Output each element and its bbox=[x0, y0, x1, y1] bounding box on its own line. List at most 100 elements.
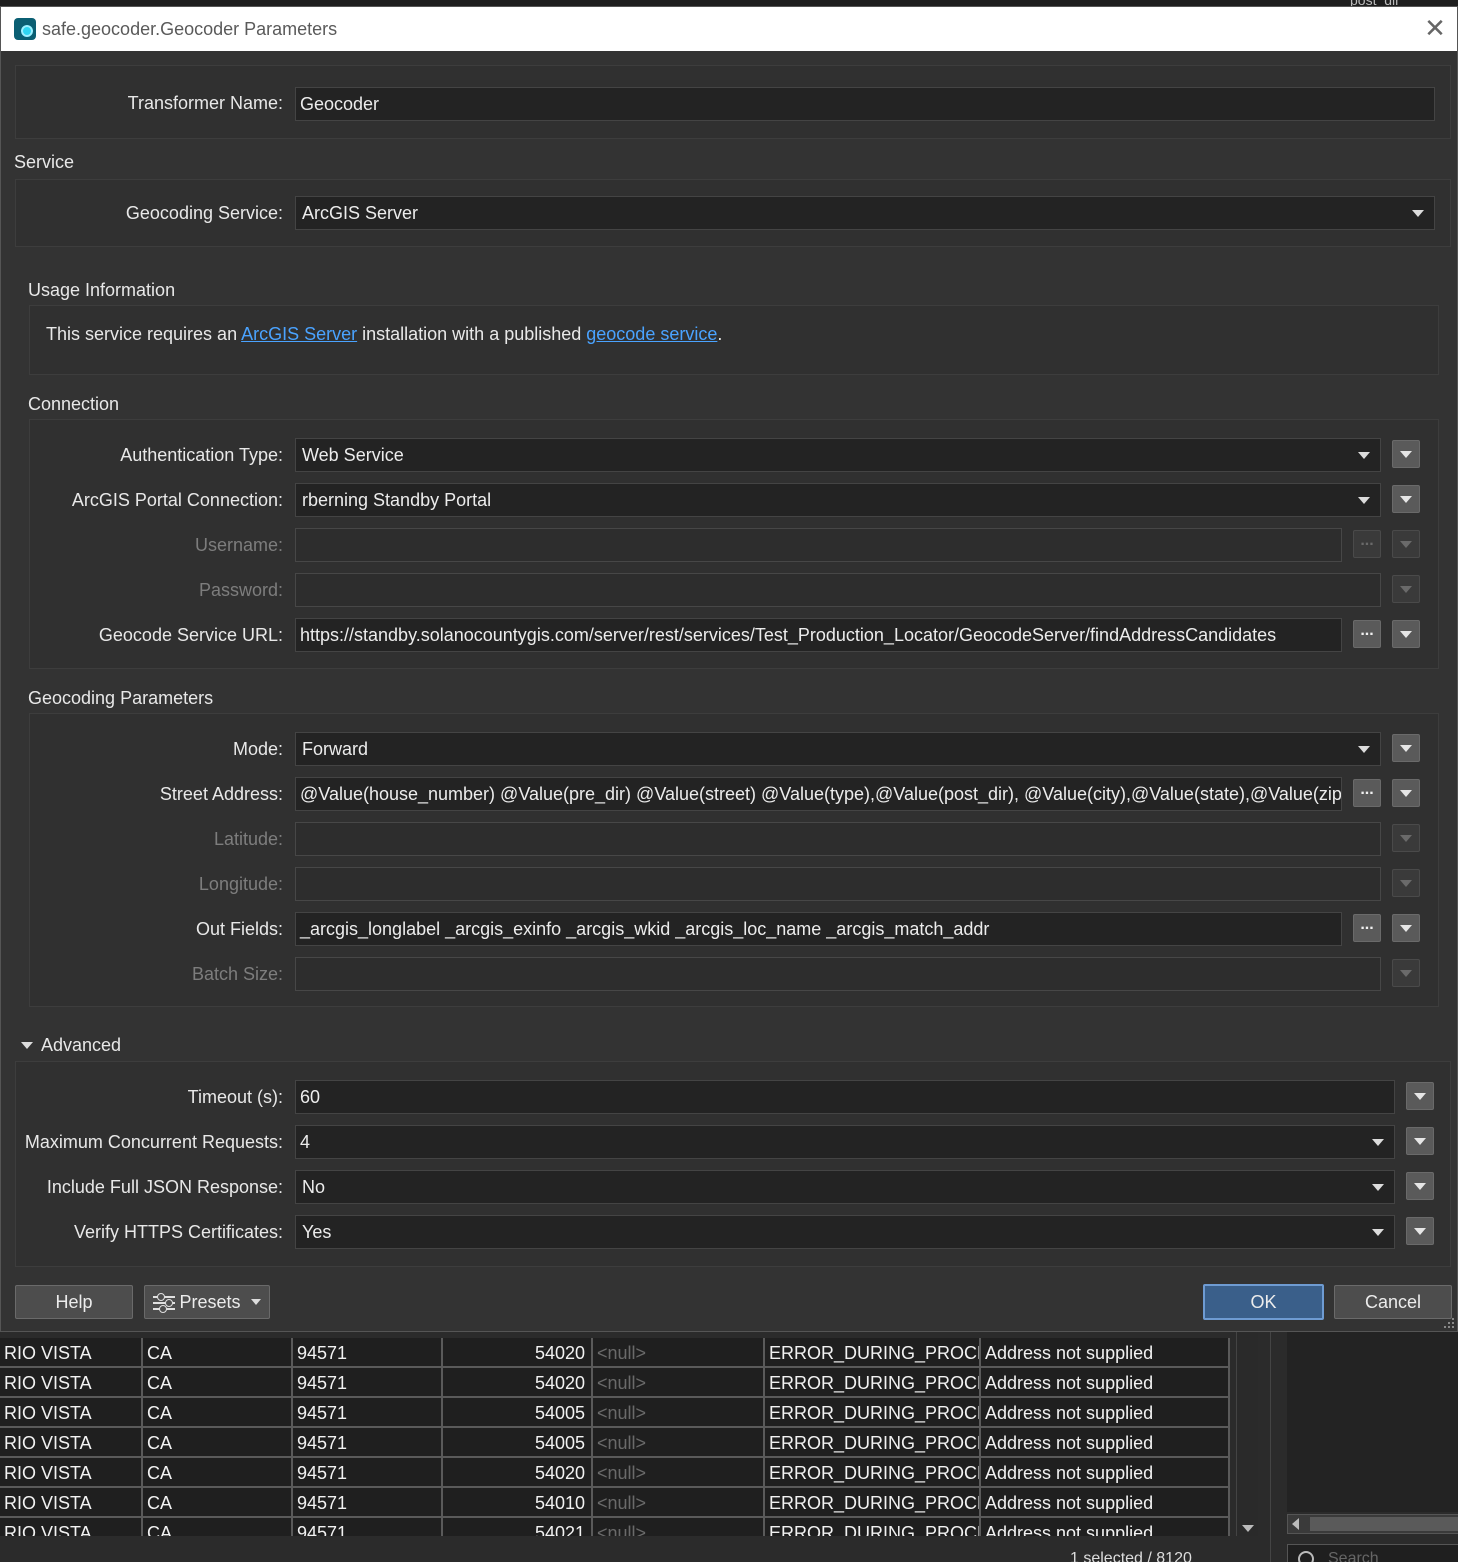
presets-button[interactable]: Presets bbox=[144, 1285, 270, 1319]
verify-https-select[interactable]: Yes bbox=[295, 1215, 1395, 1249]
table-cell: 94571 bbox=[293, 1428, 443, 1458]
geocoding-params-section-label: Geocoding Parameters bbox=[28, 688, 214, 708]
username-label: Username: bbox=[194, 535, 283, 555]
usage-text: This service requires an ArcGIS Server i… bbox=[46, 324, 722, 345]
street-address-ellipsis-button[interactable]: ... bbox=[1353, 779, 1381, 807]
scrollbar-thumb[interactable] bbox=[1310, 1517, 1458, 1531]
timeout-menu-button[interactable] bbox=[1406, 1082, 1434, 1110]
scroll-down-icon[interactable] bbox=[1242, 1525, 1254, 1532]
password-input[interactable] bbox=[295, 573, 1381, 607]
geocode-url-menu-button[interactable] bbox=[1392, 620, 1420, 648]
max-concurrent-label: Maximum Concurrent Requests: bbox=[24, 1132, 283, 1152]
table-row[interactable]: RIO VISTA CA 94571 54020 <null> ERROR_DURING_… bbox=[0, 1458, 1230, 1488]
table-cell: RIO VISTA bbox=[0, 1488, 143, 1518]
auth-type-menu-button[interactable] bbox=[1392, 440, 1420, 468]
arcgis-server-link[interactable]: ArcGIS Server bbox=[241, 324, 357, 344]
table-cell: Address not supplied bbox=[981, 1368, 1230, 1398]
full-json-select[interactable]: No bbox=[295, 1170, 1395, 1204]
table-row[interactable]: RIO VISTA CA 94571 54005 <null> ERROR_DURING_… bbox=[0, 1428, 1230, 1458]
table-cell: CA bbox=[143, 1428, 293, 1458]
cancel-button[interactable]: Cancel bbox=[1334, 1285, 1452, 1319]
table-cell: RIO VISTA bbox=[0, 1368, 143, 1398]
table-cell: <null> bbox=[593, 1428, 765, 1458]
advanced-toggle[interactable]: Advanced bbox=[21, 1035, 121, 1056]
title-bar[interactable]: safe.geocoder.Geocoder Parameters ✕ bbox=[1, 7, 1457, 51]
geocoding-service-select[interactable]: ArcGIS Server bbox=[295, 196, 1435, 230]
portal-connection-value: rberning Standby Portal bbox=[302, 490, 492, 510]
table-row[interactable]: RIO VISTA CA 94571 54005 <null> ERROR_DURING_… bbox=[0, 1398, 1230, 1428]
parameters-dialog: safe.geocoder.Geocoder Parameters ✕ Tran… bbox=[0, 6, 1458, 1332]
out-fields-ellipsis-button[interactable]: ... bbox=[1353, 914, 1381, 942]
latitude-label: Latitude: bbox=[213, 829, 283, 849]
auth-type-select[interactable]: Web Service bbox=[295, 438, 1381, 472]
username-ellipsis-button[interactable]: ... bbox=[1353, 530, 1381, 558]
verify-https-label: Verify HTTPS Certificates: bbox=[73, 1222, 283, 1242]
full-json-menu-button[interactable] bbox=[1406, 1172, 1434, 1200]
triangle-down-icon bbox=[21, 1042, 33, 1049]
ok-button[interactable]: OK bbox=[1203, 1284, 1324, 1320]
table-cell: 94571 bbox=[293, 1338, 443, 1368]
table-cell: RIO VISTA bbox=[0, 1518, 143, 1536]
out-fields-input[interactable]: _arcgis_longlabel _arcgis_exinfo _arcgis… bbox=[295, 912, 1342, 946]
geocode-url-input[interactable]: https://standby.solanocountygis.com/serv… bbox=[295, 618, 1342, 652]
username-menu-button[interactable] bbox=[1392, 530, 1420, 558]
mode-menu-button[interactable] bbox=[1392, 734, 1420, 762]
max-concurrent-menu-button[interactable] bbox=[1406, 1127, 1434, 1155]
side-search-placeholder: Search bbox=[1328, 1550, 1379, 1562]
table-cell: ERROR_DURING_PROCE... bbox=[765, 1368, 981, 1398]
longitude-input[interactable] bbox=[295, 867, 1381, 901]
auth-type-label: Authentication Type: bbox=[120, 445, 283, 465]
geocode-service-link[interactable]: geocode service bbox=[586, 324, 717, 344]
table-cell: <null> bbox=[593, 1518, 765, 1536]
table-cell: 54020 bbox=[443, 1368, 593, 1398]
max-concurrent-select[interactable]: 4 bbox=[295, 1125, 1395, 1159]
timeout-input[interactable]: 60 bbox=[295, 1080, 1395, 1114]
scroll-left-icon[interactable] bbox=[1292, 1518, 1299, 1530]
portal-connection-menu-button[interactable] bbox=[1392, 485, 1420, 513]
table-row[interactable]: RIO VISTA CA 94571 54021 <null> ERROR_DURING_… bbox=[0, 1518, 1230, 1536]
transformer-name-input[interactable]: Geocoder bbox=[295, 87, 1435, 121]
close-icon[interactable]: ✕ bbox=[1421, 15, 1449, 43]
help-button-label: Help bbox=[55, 1292, 93, 1312]
street-address-menu-button[interactable] bbox=[1392, 779, 1420, 807]
table-row[interactable]: RIO VISTA CA 94571 54010 <null> ERROR_DURING_… bbox=[0, 1488, 1230, 1518]
table-vertical-scrollbar[interactable] bbox=[1236, 1332, 1258, 1536]
table-cell: Address not supplied bbox=[981, 1458, 1230, 1488]
mode-select[interactable]: Forward bbox=[295, 732, 1381, 766]
username-input[interactable] bbox=[295, 528, 1342, 562]
verify-https-value: Yes bbox=[302, 1222, 332, 1242]
table-cell: Address not supplied bbox=[981, 1428, 1230, 1458]
geocode-url-ellipsis-button[interactable]: ... bbox=[1353, 620, 1381, 648]
side-horizontal-scrollbar[interactable] bbox=[1287, 1514, 1458, 1534]
out-fields-menu-button[interactable] bbox=[1392, 914, 1420, 942]
table-cell: Address not supplied bbox=[981, 1338, 1230, 1368]
latitude-input[interactable] bbox=[295, 822, 1381, 856]
table-cell: Address not supplied bbox=[981, 1398, 1230, 1428]
usage-section-label: Usage Information bbox=[28, 280, 176, 300]
portal-connection-select[interactable]: rberning Standby Portal bbox=[295, 483, 1381, 517]
table-row[interactable]: RIO VISTA CA 94571 54020 <null> ERROR_DURING_… bbox=[0, 1368, 1230, 1398]
usage-text-part: installation with a published bbox=[357, 324, 587, 344]
password-menu-button[interactable] bbox=[1392, 575, 1420, 603]
verify-https-menu-button[interactable] bbox=[1406, 1217, 1434, 1245]
latitude-menu-button[interactable] bbox=[1392, 824, 1420, 852]
table-row[interactable]: RIO VISTA CA 94571 54020 <null> ERROR_DURING_… bbox=[0, 1338, 1230, 1368]
table-cell: 94571 bbox=[293, 1488, 443, 1518]
help-button[interactable]: Help bbox=[15, 1285, 133, 1319]
data-table: RIO VISTA CA 94571 54020 <null> ERROR_DURING_… bbox=[0, 1338, 1230, 1536]
timeout-label: Timeout (s): bbox=[187, 1087, 283, 1107]
table-cell: 94571 bbox=[293, 1518, 443, 1536]
table-cell: 54005 bbox=[443, 1398, 593, 1428]
sliders-icon bbox=[153, 1293, 176, 1313]
batch-size-label: Batch Size: bbox=[191, 964, 283, 984]
password-label: Password: bbox=[198, 580, 283, 600]
chevron-down-icon bbox=[1372, 1139, 1384, 1146]
longitude-menu-button[interactable] bbox=[1392, 869, 1420, 897]
batch-size-input[interactable] bbox=[295, 957, 1381, 991]
table-cell: ERROR_DURING_PROCE... bbox=[765, 1518, 981, 1536]
street-address-input[interactable]: @Value(house_number) @Value(pre_dir) @Va… bbox=[295, 777, 1342, 811]
batch-size-menu-button[interactable] bbox=[1392, 959, 1420, 987]
table-cell: <null> bbox=[593, 1338, 765, 1368]
resize-grip-icon[interactable] bbox=[1442, 1316, 1456, 1330]
side-search-input[interactable]: Search bbox=[1287, 1544, 1458, 1562]
